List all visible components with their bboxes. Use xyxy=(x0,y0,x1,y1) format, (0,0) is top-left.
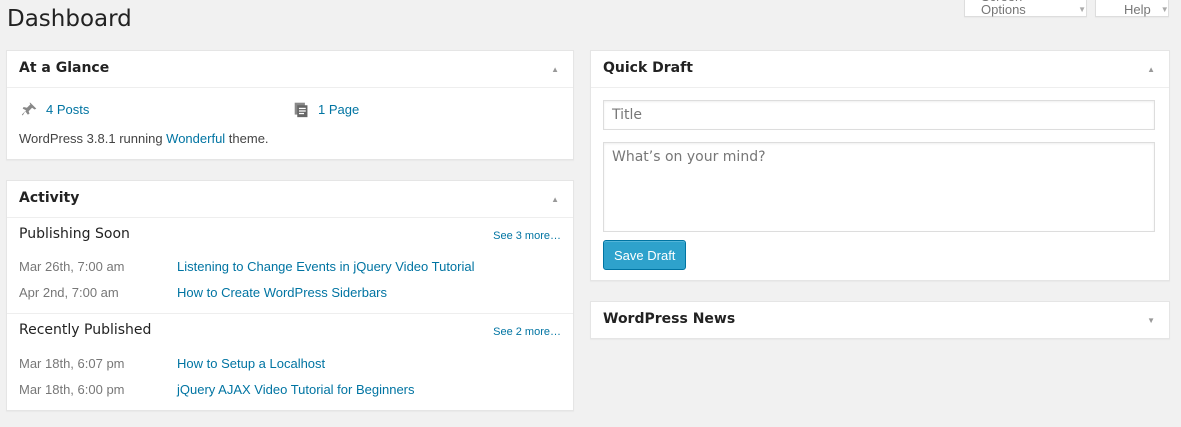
widget-title: WordPress News xyxy=(603,311,736,327)
at-a-glance-widget: At a Glance ▲ 4 Posts 1 Page WordPress 3… xyxy=(6,50,574,160)
glance-pages: 1 Page xyxy=(293,101,359,118)
page-title: Dashboard xyxy=(7,6,132,32)
widget-title: Quick Draft xyxy=(603,60,693,76)
post-date: Mar 18th, 6:07 pm xyxy=(19,356,125,371)
pages-count-link[interactable]: 1 Page xyxy=(318,102,359,117)
pin-icon xyxy=(21,102,37,116)
theme-link[interactable]: Wonderful xyxy=(166,131,225,146)
post-date: Mar 26th, 7:00 am xyxy=(19,259,125,274)
pages-icon xyxy=(294,102,308,118)
expand-toggle-icon[interactable]: ▼ xyxy=(1147,316,1155,325)
screen-meta-links: Screen Options ▼ Help ▼ xyxy=(964,0,1169,17)
screen-options-button[interactable]: Screen Options ▼ xyxy=(964,0,1087,17)
screen-options-label: Screen Options xyxy=(981,0,1026,17)
post-title-link[interactable]: Listening to Change Events in jQuery Vid… xyxy=(177,259,475,274)
version-suffix: theme. xyxy=(225,131,269,146)
wordpress-version-text: WordPress 3.8.1 running Wonderful theme. xyxy=(19,131,269,146)
widget-header[interactable]: Activity ▲ xyxy=(7,181,573,218)
quick-draft-widget: Quick Draft ▲ Title What’s on your mind?… xyxy=(590,50,1170,281)
wordpress-news-widget: WordPress News ▼ xyxy=(590,301,1170,339)
widget-header[interactable]: Quick Draft ▲ xyxy=(591,51,1169,88)
version-prefix: WordPress 3.8.1 running xyxy=(19,131,167,146)
post-title-link[interactable]: How to Setup a Localhost xyxy=(177,356,325,371)
widget-header[interactable]: At a Glance ▲ xyxy=(7,51,573,88)
post-title-link[interactable]: jQuery AJAX Video Tutorial for Beginners xyxy=(177,382,415,397)
chevron-down-icon: ▼ xyxy=(1078,5,1086,14)
divider xyxy=(7,313,573,314)
help-label: Help xyxy=(1124,2,1151,17)
draft-content-textarea[interactable]: What’s on your mind? xyxy=(603,142,1155,232)
see-more-scheduled-link[interactable]: See 3 more… xyxy=(493,230,561,242)
recently-published-heading: Recently Published xyxy=(19,322,152,338)
activity-widget: Activity ▲ Publishing Soon See 3 more… M… xyxy=(6,180,574,411)
save-draft-button[interactable]: Save Draft xyxy=(603,240,687,270)
list-item: Mar 26th, 7:00 am Listening to Change Ev… xyxy=(19,259,475,274)
posts-count-link[interactable]: 4 Posts xyxy=(46,102,89,117)
chevron-down-icon: ▼ xyxy=(1160,5,1169,14)
post-date: Apr 2nd, 7:00 am xyxy=(19,285,119,300)
widget-title: Activity xyxy=(19,190,80,206)
list-item: Apr 2nd, 7:00 am How to Create WordPress… xyxy=(19,285,387,300)
collapse-toggle-icon[interactable]: ▲ xyxy=(551,65,559,74)
help-button[interactable]: Help ▼ xyxy=(1095,0,1169,17)
see-more-published-link[interactable]: See 2 more… xyxy=(493,326,561,338)
widget-title: At a Glance xyxy=(19,60,110,76)
publishing-soon-heading: Publishing Soon xyxy=(19,226,130,242)
collapse-toggle-icon[interactable]: ▲ xyxy=(1147,65,1155,74)
widget-header[interactable]: WordPress News ▼ xyxy=(591,302,1169,338)
post-date: Mar 18th, 6:00 pm xyxy=(19,382,125,397)
list-item: Mar 18th, 6:07 pm How to Setup a Localho… xyxy=(19,356,325,371)
post-title-link[interactable]: How to Create WordPress Siderbars xyxy=(177,285,387,300)
draft-title-input[interactable]: Title xyxy=(603,100,1155,130)
glance-posts: 4 Posts xyxy=(21,101,89,118)
collapse-toggle-icon[interactable]: ▲ xyxy=(551,195,559,204)
list-item: Mar 18th, 6:00 pm jQuery AJAX Video Tuto… xyxy=(19,382,415,397)
